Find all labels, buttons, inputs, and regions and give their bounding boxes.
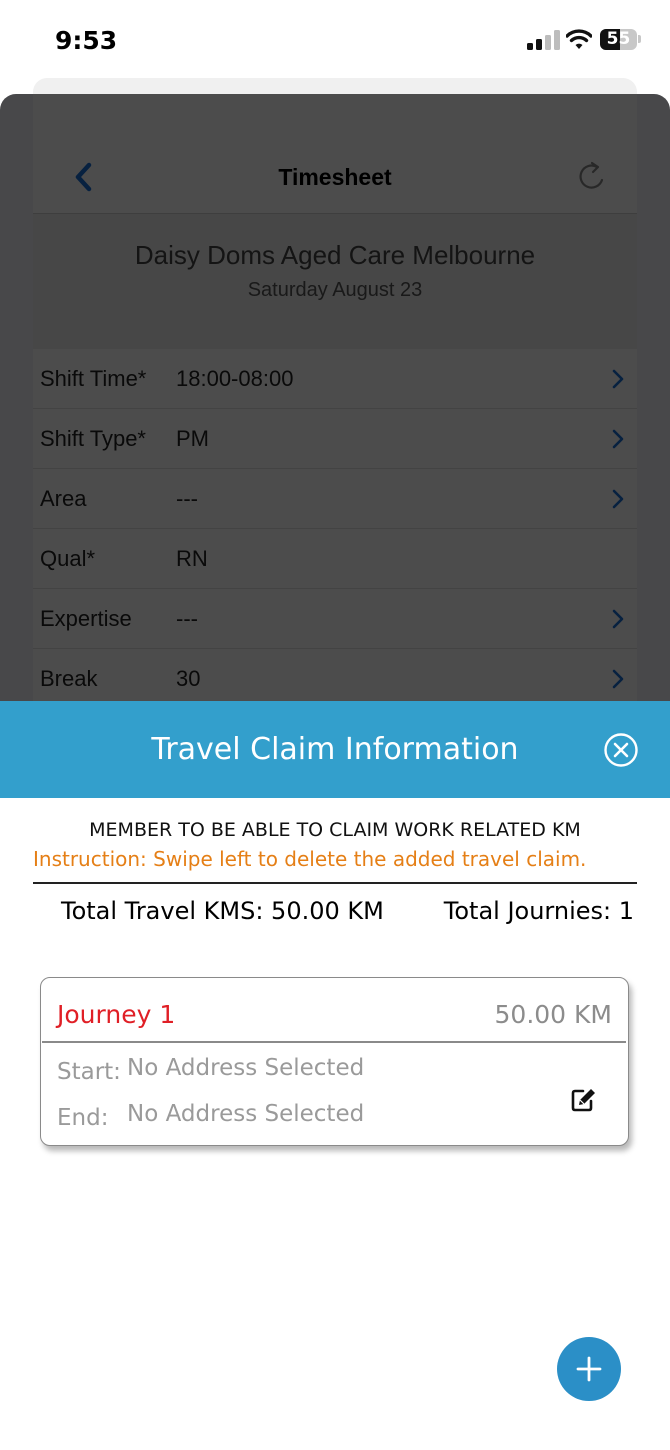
row-value: 30 bbox=[176, 666, 201, 691]
status-time: 9:53 bbox=[55, 26, 118, 55]
start-label: Start: bbox=[57, 1059, 121, 1085]
battery-level: 55 bbox=[606, 29, 631, 49]
journey-card[interactable]: Journey 1 50.00 KM Start: No Address Sel… bbox=[40, 977, 629, 1146]
status-bar: 9:53 55 bbox=[0, 0, 670, 80]
start-address: No Address Selected bbox=[127, 1055, 365, 1081]
row-value: --- bbox=[176, 606, 198, 631]
row-label: Expertise bbox=[40, 606, 132, 631]
row-label: Area bbox=[40, 486, 87, 511]
timesheet-row[interactable]: Area --- bbox=[33, 469, 637, 529]
row-value: 18:00-08:00 bbox=[176, 366, 294, 391]
claim-notice: MEMBER TO BE ABLE TO CLAIM WORK RELATED … bbox=[89, 819, 581, 841]
journey-divider bbox=[42, 1041, 626, 1043]
battery-cap bbox=[638, 35, 641, 43]
end-label: End: bbox=[57, 1105, 109, 1131]
row-label: Break bbox=[40, 666, 98, 691]
battery-icon: 55 bbox=[600, 29, 637, 50]
row-value: --- bbox=[176, 486, 198, 511]
shift-date: Saturday August 23 bbox=[247, 279, 423, 301]
row-value: RN bbox=[176, 546, 208, 571]
chevron-right-icon bbox=[612, 489, 624, 509]
timesheet-row[interactable]: Qual* RN bbox=[33, 529, 637, 589]
page-title: Timesheet bbox=[278, 164, 392, 190]
chevron-right-icon bbox=[612, 609, 624, 629]
total-travel-kms: Total Travel KMS: 50.00 KM bbox=[61, 897, 384, 925]
total-journeys: Total Journies: 1 bbox=[443, 897, 634, 925]
close-circle-icon[interactable] bbox=[603, 732, 639, 768]
back-chevron-icon[interactable] bbox=[69, 160, 99, 194]
modal-title: Travel Claim Information bbox=[151, 732, 519, 767]
swipe-instruction: Instruction: Swipe left to delete the ad… bbox=[33, 847, 587, 871]
timesheet-row[interactable]: Expertise --- bbox=[33, 589, 637, 649]
travel-claim-modal: Travel Claim Information MEMBER TO BE AB… bbox=[0, 701, 670, 1450]
chevron-right-icon bbox=[612, 429, 624, 449]
row-label: Shift Type* bbox=[40, 426, 146, 451]
journey-distance: 50.00 KM bbox=[494, 1000, 612, 1029]
plus-icon bbox=[576, 1356, 602, 1382]
divider bbox=[33, 882, 637, 884]
timesheet-row[interactable]: Shift Time* 18:00-08:00 bbox=[33, 349, 637, 409]
timesheet-panel: Timesheet Daisy Doms Aged Care Melbourne… bbox=[33, 94, 637, 714]
timesheet-row[interactable]: Break 30 bbox=[33, 649, 637, 709]
wifi-icon bbox=[566, 29, 592, 49]
row-value: PM bbox=[176, 426, 209, 451]
row-label: Shift Time* bbox=[40, 366, 147, 391]
row-label: Qual* bbox=[40, 546, 96, 571]
add-journey-button[interactable] bbox=[557, 1337, 621, 1401]
edit-icon[interactable] bbox=[569, 1086, 597, 1114]
timesheet-header: Timesheet bbox=[33, 140, 637, 214]
facility-name: Daisy Doms Aged Care Melbourne bbox=[134, 240, 536, 270]
refresh-icon[interactable] bbox=[575, 160, 609, 194]
facility-banner: Daisy Doms Aged Care Melbourne Saturday … bbox=[33, 214, 637, 349]
timesheet-row[interactable]: Shift Type* PM bbox=[33, 409, 637, 469]
timesheet-rows: Shift Time* 18:00-08:00 Shift Type* PM Area -… bbox=[33, 349, 637, 709]
journey-title: Journey 1 bbox=[57, 1000, 176, 1029]
chevron-right-icon bbox=[612, 369, 624, 389]
chevron-right-icon bbox=[612, 669, 624, 689]
end-address: No Address Selected bbox=[127, 1101, 365, 1127]
modal-header: Travel Claim Information bbox=[0, 701, 670, 798]
signal-icon bbox=[527, 30, 561, 50]
